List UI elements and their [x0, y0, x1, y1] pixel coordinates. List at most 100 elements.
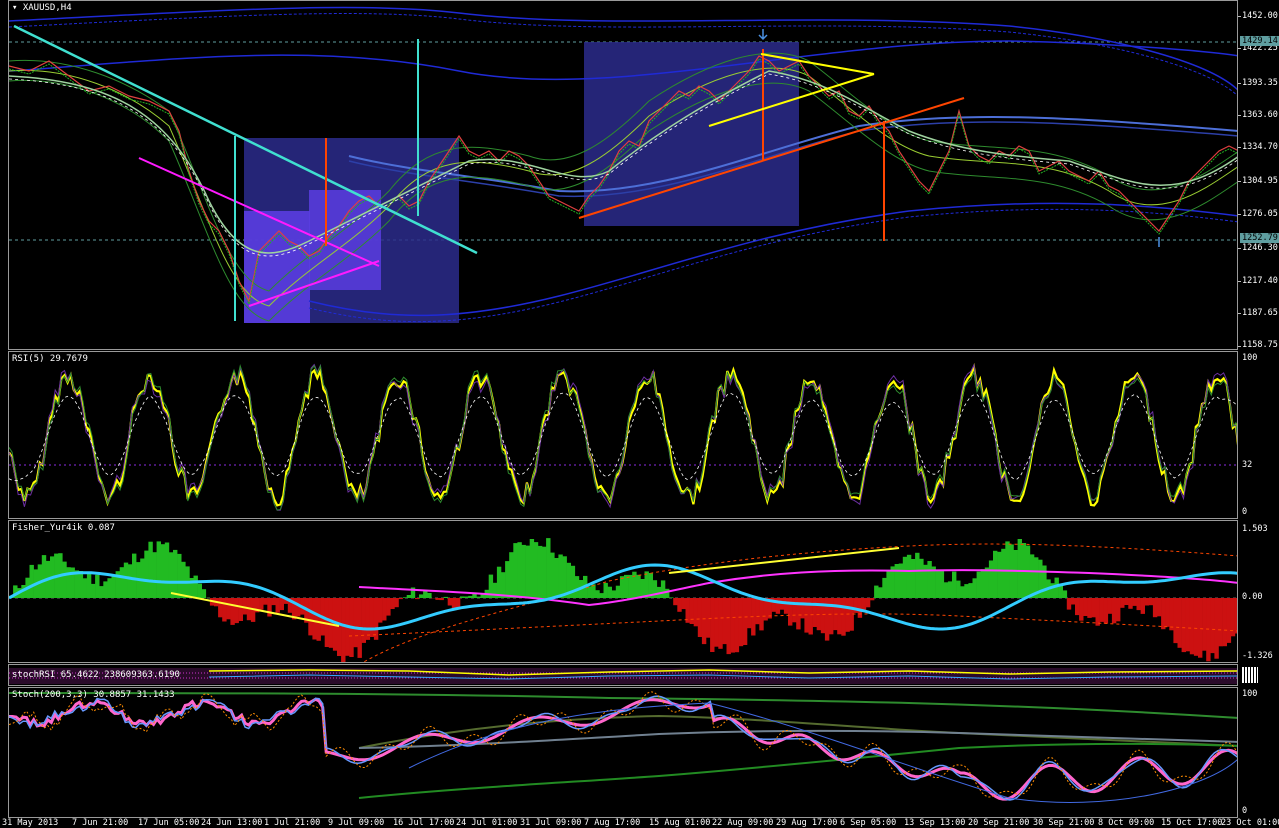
fisher-histogram-bar: [1173, 598, 1178, 644]
fisher-histogram-bar: [993, 550, 998, 598]
price-chart-pane[interactable]: ▾ XAUUSD,H4: [8, 0, 1238, 350]
fisher-histogram-bar: [898, 563, 904, 598]
fisher-histogram-bar: [734, 598, 740, 653]
fisher-histogram-bar: [874, 585, 879, 598]
fisher-histogram-bar: [435, 598, 440, 600]
fisher-histogram-bar: [127, 564, 133, 598]
fisher-histogram-bar: [1185, 598, 1191, 652]
fisher-histogram-bar: [915, 552, 920, 598]
stochrsi-pane[interactable]: stochRSI 65.4622 238609363.6190: [8, 664, 1238, 686]
fisher-histogram-bar: [107, 578, 112, 598]
fisher-histogram-bar: [501, 572, 506, 598]
fisher-histogram-bar: [365, 598, 371, 640]
fisher-histogram-bar: [1099, 598, 1104, 622]
fisher-histogram-bar: [353, 598, 358, 648]
fisher-histogram-bar: [988, 560, 994, 598]
fisher-histogram-bar: [197, 583, 202, 598]
fisher-histogram-bar: [1202, 598, 1207, 651]
fisher-histogram-bar: [1042, 565, 1047, 598]
fisher-histogram-bar: [624, 574, 629, 598]
stoch-axis: 100 0: [1238, 687, 1279, 818]
time-tick: 6 Sep 05:00: [840, 818, 897, 828]
fisher-histogram-bar: [1029, 554, 1035, 598]
fisher-label: Fisher_Yur4ik 0.087: [12, 523, 115, 533]
fisher-histogram-bar: [812, 598, 817, 627]
fisher-histogram-bar: [972, 578, 977, 598]
time-tick: 31 May 2013: [2, 818, 59, 828]
fisher-histogram-bar: [1095, 598, 1100, 626]
fisher-histogram-bar: [1111, 598, 1117, 624]
fisher-histogram-bar: [419, 594, 424, 598]
fisher-histogram-bar: [91, 583, 96, 598]
fisher-histogram-bar: [1001, 548, 1006, 598]
rsi-svg: [9, 362, 1237, 511]
fisher-histogram-bar: [222, 598, 227, 622]
fisher-histogram-bar: [29, 564, 34, 598]
time-axis: 31 May 2013 7 Jun 21:00 17 Jun 05:00 24 …: [2, 818, 1279, 828]
fisher-histogram-bar: [710, 598, 715, 652]
fisher-histogram-bar: [1124, 598, 1129, 605]
fisher-histogram-bar: [1177, 598, 1182, 648]
fisher-histogram-bar: [1206, 598, 1211, 662]
time-tick: 24 Jul 01:00: [456, 818, 518, 828]
rsi-pane[interactable]: RSI(5) 29.7679: [8, 351, 1238, 519]
fisher-histogram-bar: [976, 571, 981, 598]
fisher-histogram-bar: [558, 554, 563, 598]
time-tick: 8 Oct 09:00: [1098, 818, 1155, 828]
fisher-histogram-bar: [193, 575, 198, 598]
fisher-histogram-bar: [927, 561, 932, 598]
fisher-histogram-bar: [398, 598, 403, 600]
fisher-pane[interactable]: Fisher_Yur4ik 0.087: [8, 520, 1238, 663]
fisher-histogram-bar: [144, 550, 149, 598]
fisher-histogram-bar: [82, 578, 88, 598]
fisher-histogram-bar: [681, 598, 686, 610]
fisher-histogram-bar: [1107, 598, 1113, 614]
fisher-histogram-bar: [414, 598, 420, 600]
fisher-histogram-bar: [857, 598, 863, 618]
fisher-histogram-bar: [423, 590, 428, 598]
fisher-histogram-bar: [968, 583, 973, 598]
fisher-histogram-bar: [1214, 598, 1219, 659]
fisher-histogram-bar: [460, 596, 465, 598]
fisher-histogram-bar: [177, 553, 182, 598]
fisher-histogram-bar: [939, 570, 945, 598]
fisher-histogram-bar: [882, 577, 887, 598]
fisher-histogram-bar: [599, 593, 604, 598]
fisher-histogram-bar: [1181, 598, 1186, 653]
fisher-histogram-bar: [1144, 598, 1150, 606]
fisher-histogram-bar: [947, 581, 953, 598]
stochrsi-svg: [9, 668, 1237, 684]
fisher-histogram-bar: [312, 598, 317, 640]
fisher-histogram-bar: [156, 541, 161, 598]
stoch-pane[interactable]: Stoch(200,3,3) 30.8857 31.1433: [8, 687, 1238, 818]
fisher-histogram-bar: [980, 569, 986, 598]
stoch-tick: 0: [1242, 806, 1248, 816]
fisher-histogram-bar: [1189, 598, 1195, 655]
fisher-histogram-bar: [1148, 598, 1154, 606]
fisher-histogram-bar: [505, 561, 510, 598]
fisher-histogram-bar: [615, 585, 621, 598]
fisher-histogram-bar: [1222, 598, 1227, 647]
fisher-histogram-bar: [1083, 598, 1088, 616]
fisher-histogram-bar: [1062, 590, 1068, 598]
fisher-histogram-bar: [513, 543, 518, 598]
fisher-histogram-bar: [521, 544, 526, 598]
fisher-histogram-bar: [78, 571, 84, 598]
fisher-histogram-bar: [140, 558, 145, 598]
fisher-histogram-bar: [1013, 550, 1018, 598]
fisher-histogram-bar: [1128, 598, 1133, 609]
fisher-histogram-bar: [997, 551, 1002, 598]
fisher-histogram-bar: [1066, 598, 1072, 610]
fisher-histogram-bar: [1210, 598, 1215, 654]
chart-left-margin: [0, 0, 8, 828]
fisher-histogram-bar: [123, 562, 129, 598]
fisher-histogram-bar: [726, 598, 731, 655]
fisher-histogram-bar: [829, 598, 834, 635]
fisher-histogram-bar: [361, 598, 366, 643]
fisher-histogram-bar: [447, 598, 453, 606]
fisher-histogram-bar: [984, 567, 990, 598]
fisher-histogram-bar: [697, 598, 703, 637]
stochrsi-label: stochRSI 65.4622 238609363.6190: [12, 670, 180, 680]
fisher-tick: 1.503: [1242, 524, 1268, 534]
fisher-histogram-bar: [878, 587, 883, 598]
